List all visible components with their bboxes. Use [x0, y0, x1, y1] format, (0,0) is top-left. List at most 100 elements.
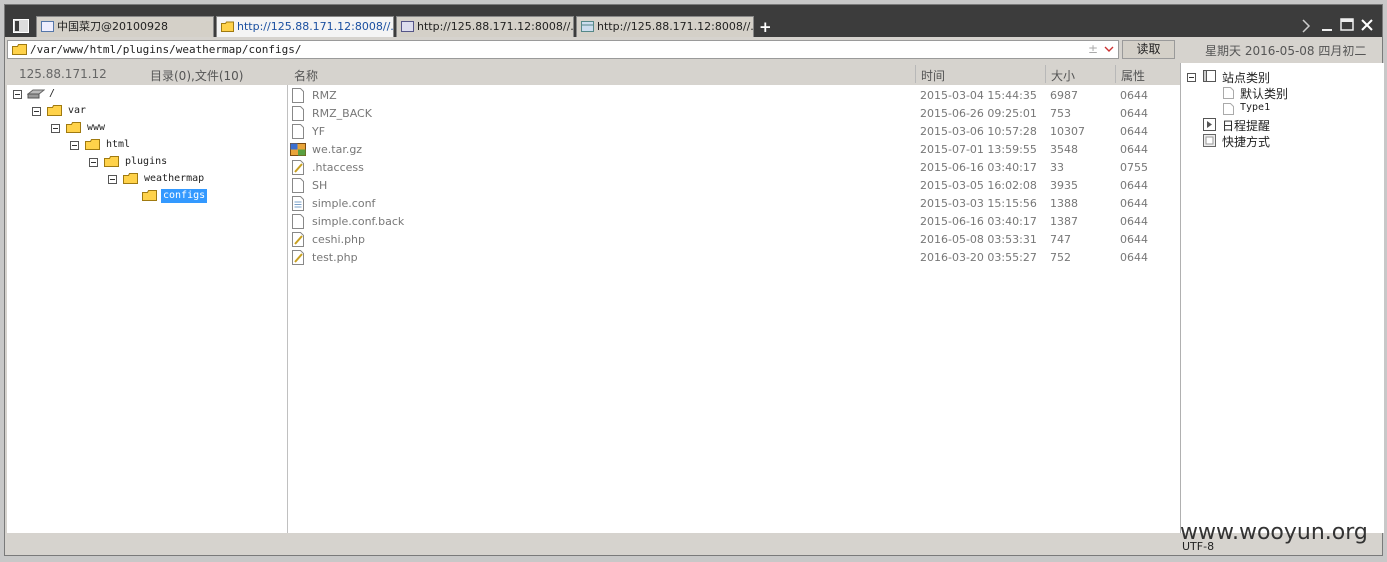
status-bar	[5, 533, 1382, 555]
minimize-icon[interactable]	[1321, 23, 1333, 33]
page-icon	[1223, 87, 1234, 99]
collapse-toggle[interactable]	[51, 124, 60, 133]
file-time: 2016-03-20 03:55:27	[920, 251, 1037, 264]
directory-tree: / var www html plugins weathermap config…	[7, 85, 288, 533]
column-divider[interactable]	[915, 65, 916, 83]
folder-icon	[104, 156, 119, 167]
tab-shell[interactable]: http://125.88.171.12:8008//...	[396, 16, 574, 37]
file-row[interactable]: simple.conf.back 2015-06-16 03:40:17 138…	[288, 213, 1180, 231]
file-name: test.php	[312, 251, 358, 264]
file-attr: 0644	[1120, 125, 1148, 138]
watermark: www.wooyun.org	[1180, 520, 1368, 545]
tab-database[interactable]: http://125.88.171.12:8008//...	[576, 16, 754, 37]
file-size: 752	[1050, 251, 1071, 264]
type1-category[interactable]: Type1	[1240, 102, 1270, 113]
file-name: ceshi.php	[312, 233, 366, 246]
site-category[interactable]: 站点类别	[1222, 69, 1270, 86]
file-time: 2015-07-01 13:59:55	[920, 143, 1037, 156]
file-name: RMZ_BACK	[312, 107, 372, 120]
tree-node-html[interactable]: html	[106, 138, 130, 152]
file-attr: 0644	[1120, 89, 1148, 102]
file-row[interactable]: .htaccess 2015-06-16 03:40:17 33 0755	[288, 159, 1180, 177]
panel-toggle-icon[interactable]	[13, 19, 29, 33]
file-row[interactable]: YF 2015-03-06 10:57:28 10307 0644	[288, 123, 1180, 141]
tree-node-configs[interactable]: configs	[161, 189, 208, 203]
terminal-icon	[401, 21, 414, 32]
folder-icon	[47, 105, 62, 116]
new-tab-button[interactable]: +	[759, 18, 772, 36]
file-row[interactable]: SH 2015-03-05 16:02:08 3935 0644	[288, 177, 1180, 195]
file-name: YF	[312, 125, 326, 138]
schedule-reminder[interactable]: 日程提醒	[1222, 117, 1270, 134]
dir-summary: 目录(0),文件(10)	[150, 69, 244, 83]
database-icon	[581, 21, 594, 32]
chevron-right-icon[interactable]	[1301, 19, 1311, 33]
collapse-toggle[interactable]	[108, 175, 117, 184]
maximize-icon[interactable]	[1340, 18, 1354, 31]
clock-icon	[1203, 118, 1216, 131]
window-icon	[41, 21, 54, 32]
file-size: 3935	[1050, 179, 1078, 192]
file-name: .htaccess	[312, 161, 364, 174]
folder-icon	[123, 173, 138, 184]
tree-node-www[interactable]: www	[87, 121, 105, 135]
file-attr: 0644	[1120, 251, 1148, 264]
file-row[interactable]: RMZ 2015-03-04 15:44:35 6987 0644	[288, 87, 1180, 105]
collapse-toggle[interactable]	[13, 90, 22, 99]
path-input[interactable]: /var/www/html/plugins/weathermap/configs…	[30, 43, 302, 56]
file-size: 753	[1050, 107, 1071, 120]
host-label: 125.88.171.12	[19, 67, 107, 81]
tree-node-root[interactable]: /	[49, 87, 55, 101]
tree-node-weathermap[interactable]: weathermap	[144, 172, 204, 186]
file-row[interactable]: ceshi.php 2016-05-08 03:53:31 747 0644	[288, 231, 1180, 249]
file-time: 2015-03-03 15:15:56	[920, 197, 1037, 210]
collapse-toggle[interactable]	[32, 107, 41, 116]
file-size: 3548	[1050, 143, 1078, 156]
tab-label: 中国菜刀@20100928	[57, 20, 168, 33]
file-name: we.tar.gz	[312, 143, 363, 156]
file-list: RMZ 2015-03-04 15:44:35 6987 0644 RMZ_BA…	[288, 85, 1180, 533]
config-file-icon	[292, 196, 304, 211]
app-window: 中国菜刀@20100928 http://125.88.171.12:8008/…	[4, 4, 1384, 556]
file-row[interactable]: simple.conf 2015-03-03 15:15:56 1388 064…	[288, 195, 1180, 213]
file-time: 2015-06-16 03:40:17	[920, 215, 1037, 228]
column-name[interactable]: 名称	[294, 67, 318, 84]
shortcuts[interactable]: 快捷方式	[1222, 133, 1270, 150]
tree-node-var[interactable]: var	[68, 104, 86, 118]
tab-home[interactable]: 中国菜刀@20100928	[36, 16, 214, 37]
chevron-down-icon[interactable]	[1104, 46, 1114, 53]
file-row[interactable]: test.php 2016-03-20 03:55:27 752 0644	[288, 249, 1180, 267]
column-attr[interactable]: 属性	[1121, 67, 1145, 84]
collapse-toggle[interactable]	[70, 141, 79, 150]
file-name: simple.conf.back	[312, 215, 405, 228]
column-divider[interactable]	[1115, 65, 1116, 83]
close-icon[interactable]	[1361, 19, 1373, 31]
page-icon	[1223, 103, 1234, 115]
file-time: 2015-03-04 15:44:35	[920, 89, 1037, 102]
column-size[interactable]: 大小	[1051, 67, 1075, 84]
file-row[interactable]: we.tar.gz 2015-07-01 13:59:55 3548 0644	[288, 141, 1180, 159]
open-folder-icon	[142, 190, 157, 201]
tab-file-manager[interactable]: http://125.88.171.12:8008//...	[216, 16, 394, 37]
path-bar[interactable]: /var/www/html/plugins/weathermap/configs…	[7, 40, 1119, 59]
tree-node-plugins[interactable]: plugins	[125, 155, 167, 169]
file-time: 2015-03-05 16:02:08	[920, 179, 1037, 192]
plus-minus-icon[interactable]: ±	[1088, 42, 1098, 56]
collapse-toggle[interactable]	[1187, 73, 1196, 82]
blank-file-icon	[292, 88, 304, 103]
date-display: 星期天 2016-05-08 四月初二	[1205, 44, 1367, 58]
column-time[interactable]: 时间	[921, 67, 945, 84]
tab-bar: 中国菜刀@20100928 http://125.88.171.12:8008/…	[5, 5, 1382, 37]
tab-label: http://125.88.171.12:8008//...	[597, 20, 754, 33]
collapse-toggle[interactable]	[89, 158, 98, 167]
file-attr: 0644	[1120, 197, 1148, 210]
default-category[interactable]: 默认类别	[1240, 85, 1288, 102]
column-divider[interactable]	[1045, 65, 1046, 83]
blank-file-icon	[292, 214, 304, 229]
file-attr: 0644	[1120, 233, 1148, 246]
window-icon	[1203, 70, 1216, 82]
read-button[interactable]: 读取	[1122, 40, 1175, 59]
drive-icon	[27, 89, 45, 99]
folder-icon	[12, 44, 27, 55]
file-row[interactable]: RMZ_BACK 2015-06-26 09:25:01 753 0644	[288, 105, 1180, 123]
